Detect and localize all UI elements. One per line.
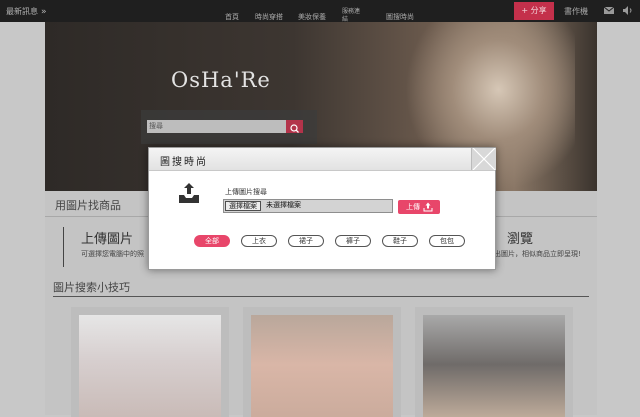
book-link[interactable]: 書作機 — [564, 6, 588, 17]
file-input[interactable]: 選擇檔案 未選擇檔案 — [223, 199, 393, 213]
category-all[interactable]: 全部 — [194, 235, 230, 247]
category-skirts[interactable]: 裙子 — [288, 235, 324, 247]
choose-file-button[interactable]: 選擇檔案 — [225, 201, 261, 211]
dialog-title: 圖搜時尚 — [160, 157, 208, 168]
category-bags[interactable]: 包包 — [429, 235, 465, 247]
upload-button[interactable]: 上傳 — [398, 200, 440, 214]
nav-image-search[interactable]: 圖搜時尚 — [386, 12, 414, 22]
upload-icon — [423, 202, 433, 212]
dialog-titlebar: 圖搜時尚 — [149, 147, 496, 171]
upload-tray-icon — [179, 183, 199, 203]
category-pants[interactable]: 褲子 — [335, 235, 371, 247]
latest-news-link[interactable]: 最新訊息» — [6, 6, 47, 17]
category-shoes[interactable]: 鞋子 — [382, 235, 418, 247]
category-tops[interactable]: 上衣 — [241, 235, 277, 247]
image-search-dialog: 圖搜時尚 上傳圖片搜尋 選擇檔案 未選擇檔案 上傳 全部 上衣 裙子 褲子 鞋子… — [148, 147, 496, 270]
share-button[interactable]: + 分享 — [514, 2, 554, 20]
file-status: 未選擇檔案 — [266, 201, 301, 209]
close-icon — [472, 147, 496, 171]
nav-fashion[interactable]: 時尚穿搭 — [255, 12, 283, 22]
upload-label: 上傳圖片搜尋 — [225, 188, 267, 196]
upload-button-label: 上傳 — [406, 203, 420, 211]
nav-home[interactable]: 首頁 — [225, 12, 239, 22]
chevron-right-icon: » — [41, 7, 47, 17]
nav-beauty[interactable]: 美妝保養 — [298, 12, 326, 22]
volume-icon[interactable] — [622, 5, 634, 16]
latest-news-label: 最新訊息 — [6, 7, 38, 16]
close-button[interactable] — [471, 147, 496, 171]
mail-icon[interactable] — [603, 5, 615, 16]
top-bar: 最新訊息» 首頁 時尚穿搭 美妝保養 服務連結 圖搜時尚 + 分享 書作機 — [0, 0, 640, 23]
